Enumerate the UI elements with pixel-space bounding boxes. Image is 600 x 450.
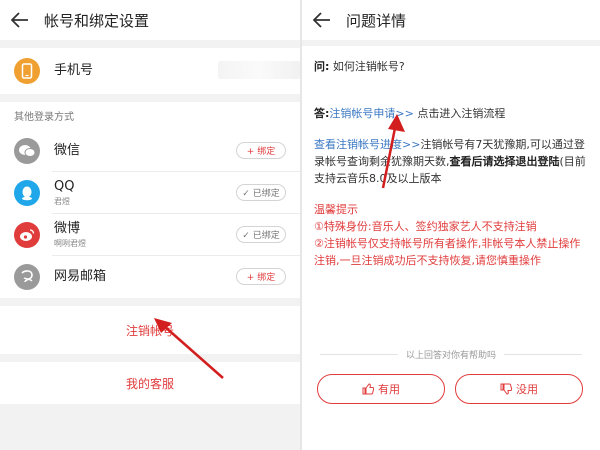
bound-badge-qq[interactable]: ✓ 已绑定 [236, 184, 286, 201]
bind-button-netease-mail[interactable]: + 绑定 [236, 268, 286, 285]
phone-icon [14, 58, 40, 84]
back-arrow-icon [313, 12, 330, 28]
warning-title: 温馨提示 [314, 203, 358, 216]
other-login-label: 其他登录方式 [0, 102, 300, 130]
account-binding-screen: 帐号和绑定设置 手机号 其他登录方式 微信 + 绑定 QQ 君煜 ✓ 已绑定 微… [0, 0, 300, 450]
login-item-nickname: 啊咧君煜 [54, 239, 86, 248]
login-item-label: QQ [54, 179, 75, 194]
login-item-label: 微信 [54, 143, 81, 158]
login-item-netease-mail[interactable]: 网易邮箱 + 绑定 [0, 256, 300, 298]
back-arrow-icon [11, 12, 28, 28]
question-detail-screen: 问题详情 问: 如何注销帐号? 答:注销帐号申请>> 点击进入注销流程 查看注销… [302, 0, 600, 450]
page-title: 问题详情 [346, 11, 407, 30]
bind-button-wechat[interactable]: + 绑定 [236, 142, 286, 159]
login-item-weibo[interactable]: 微博 啊咧君煜 ✓ 已绑定 [0, 214, 300, 256]
warning-item-2: ②注销帐号仅支持帐号所有者操作,非帐号本人禁止操作注销,一旦注销成功后不支持恢复… [314, 237, 581, 267]
login-item-nickname: 君煜 [54, 197, 70, 206]
helpful-prompt: 以上回答对你有帮助吗 [302, 348, 600, 361]
top-bar: 问题详情 [302, 0, 600, 40]
netease-mail-icon [14, 264, 40, 290]
paragraph-bold-text: 查看后请选择退出登陆 [449, 155, 560, 168]
cancel-account-button[interactable]: 注销帐号 [0, 306, 300, 354]
back-button[interactable] [0, 0, 40, 40]
cancel-progress-link[interactable]: 查看注销帐号进度>> [314, 138, 420, 151]
top-bar: 帐号和绑定设置 [0, 0, 300, 40]
thumbs-down-icon [500, 383, 512, 395]
thumbs-up-icon [362, 383, 374, 395]
qq-icon [14, 180, 40, 206]
login-item-label: 网易邮箱 [54, 269, 107, 284]
progress-paragraph: 查看注销帐号进度>>注销帐号有7天犹豫期,可以通过登录帐号查询剩余犹豫期天数,查… [314, 136, 588, 187]
phone-row[interactable]: 手机号 [0, 48, 300, 94]
question-prefix: 问: [314, 60, 330, 73]
answer-content: 问: 如何注销帐号? 答:注销帐号申请>> 点击进入注销流程 查看注销帐号进度>… [302, 58, 600, 269]
login-item-wechat[interactable]: 微信 + 绑定 [0, 130, 300, 172]
useless-button[interactable]: 没用 [455, 374, 583, 404]
customer-service-button[interactable]: 我的客服 [0, 362, 300, 404]
login-item-qq[interactable]: QQ 君煜 ✓ 已绑定 [0, 172, 300, 214]
back-button[interactable] [302, 0, 342, 40]
answer-prefix: 答: [314, 107, 330, 120]
cancel-application-link[interactable]: 注销帐号申请>> [329, 107, 413, 120]
useful-button[interactable]: 有用 [317, 374, 445, 404]
question: 问: 如何注销帐号? [314, 58, 588, 75]
warning-item-1: ①特殊身份:音乐人、签约独家艺人不支持注销 [314, 220, 537, 233]
login-item-label: 微博 [54, 221, 81, 236]
answer: 答:注销帐号申请>> 点击进入注销流程 [314, 105, 588, 122]
useful-label: 有用 [378, 383, 400, 396]
weibo-icon [14, 222, 40, 248]
answer-text: 点击进入注销流程 [417, 107, 506, 120]
bound-badge-weibo[interactable]: ✓ 已绑定 [236, 226, 286, 243]
question-text: 如何注销帐号? [332, 60, 405, 73]
useless-label: 没用 [516, 383, 538, 396]
phone-number-blurred [218, 61, 300, 79]
phone-label: 手机号 [54, 63, 94, 78]
page-title: 帐号和绑定设置 [44, 11, 150, 30]
wechat-icon [14, 138, 40, 164]
